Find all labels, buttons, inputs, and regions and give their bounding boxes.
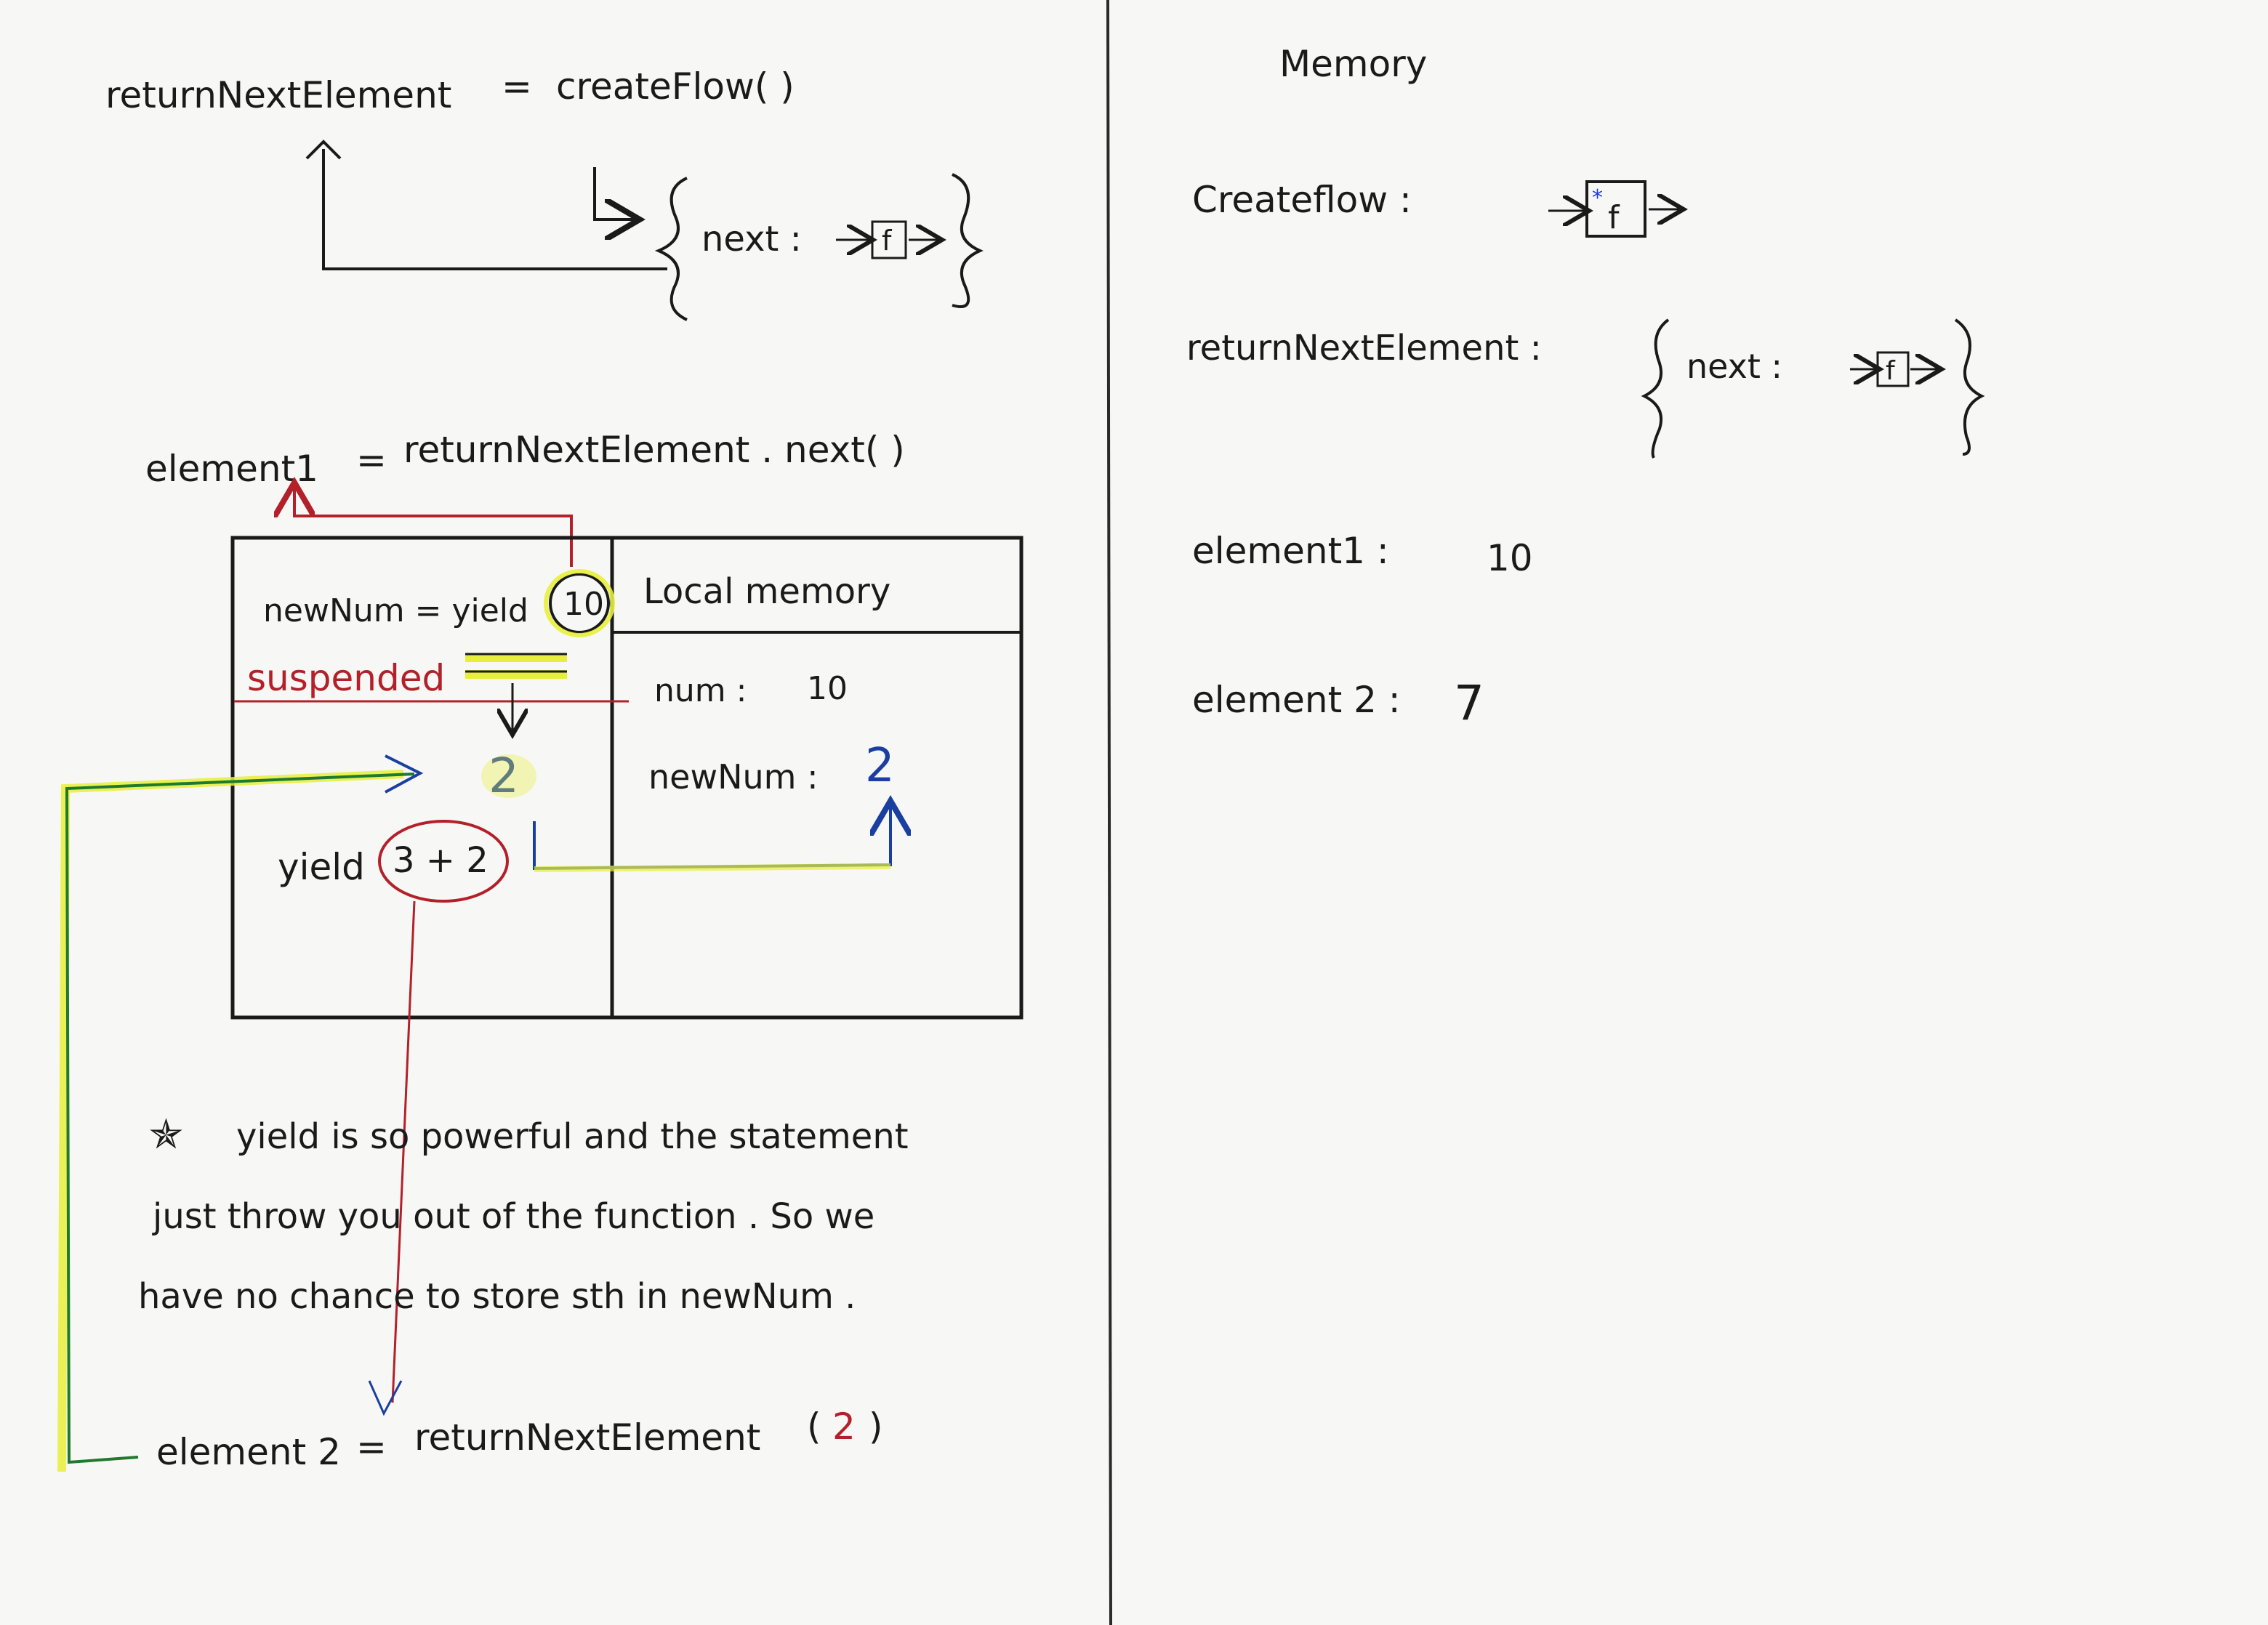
row1-code: newNum = yield — [263, 592, 528, 629]
returned-object: next : f — [654, 173, 984, 321]
whiteboard-diagram: returnNextElement = createFlow( ) next :… — [57, 0, 1985, 1625]
page-divider — [1106, 0, 1112, 1625]
element1-memory-label: element1 : — [1192, 530, 1389, 572]
yield-return-arrow — [294, 488, 573, 567]
newnum-assign-arrow — [533, 807, 890, 871]
rne-function-label: f — [1886, 356, 1896, 386]
note-line-2: just throw you out of the function . So … — [152, 1196, 874, 1237]
global-memory: Memory Createflow : * f returnNextElemen… — [1186, 43, 1985, 731]
return-next-element-call: returnNextElement — [414, 1416, 760, 1459]
element1-label: element1 — [145, 448, 318, 490]
local-memory: Local memory num : 10 newNum : 2 — [643, 571, 895, 797]
note: ✯ yield is so powerful and the statement… — [138, 1111, 909, 1317]
equals-sign: = — [502, 65, 532, 108]
paren-open: ( — [807, 1406, 821, 1448]
resumed-value-highlight — [481, 754, 536, 798]
createflow-star-icon: * — [1592, 185, 1603, 211]
element2-memory-label: element 2 : — [1192, 679, 1401, 721]
local-newnum-value: 2 — [865, 739, 895, 793]
element1-memory-value: 10 — [1487, 537, 1533, 579]
create-flow-call: createFlow( ) — [556, 65, 795, 108]
rne-right-brace — [1954, 318, 1985, 456]
object-next-label: next : — [701, 219, 802, 259]
expression-result-arrowhead — [368, 1380, 403, 1416]
object-function-label: f — [882, 225, 893, 257]
local-num-label: num : — [654, 672, 747, 709]
element2-label: element 2 — [156, 1431, 341, 1473]
createflow-label: Createflow : — [1192, 179, 1412, 221]
memory-title: Memory — [1279, 43, 1427, 85]
row2-code: yield — [278, 846, 365, 888]
equals-sign: = — [356, 1426, 387, 1468]
paren-close: ) — [869, 1406, 883, 1448]
object-left-brace — [654, 177, 688, 321]
yield-value: 10 — [563, 586, 604, 623]
rne-label: returnNextElement : — [1186, 328, 1542, 368]
local-memory-title: Local memory — [643, 571, 890, 612]
next-call: returnNextElement . next( ) — [403, 429, 905, 471]
rne-next-label: next : — [1686, 347, 1782, 386]
next-argument: 2 — [832, 1406, 856, 1448]
line-element1: element1 = returnNextElement . next( ) — [145, 429, 905, 490]
newnum-assign-highlight — [534, 863, 891, 872]
object-right-brace — [952, 173, 984, 308]
note-line-1: yield is so powerful and the statement — [236, 1116, 909, 1157]
return-next-element-label: returnNextElement — [105, 74, 451, 116]
rne-left-brace — [1641, 318, 1670, 459]
line-element2: element 2 = returnNextElement ( 2 ) — [156, 1406, 883, 1473]
element2-memory-value: 7 — [1454, 675, 1484, 731]
local-num-value: 10 — [807, 670, 848, 707]
equals-sign: = — [356, 439, 387, 481]
local-newnum-label: newNum : — [648, 757, 819, 797]
createflow-function-label: f — [1608, 199, 1620, 236]
row2-expression: 3 + 2 — [393, 840, 488, 881]
return-arrow-icon — [593, 167, 634, 219]
line-create-flow: returnNextElement = createFlow( ) — [105, 65, 795, 116]
note-line-3: have no chance to store sth in newNum . — [138, 1276, 856, 1317]
assignment-bracket — [322, 149, 667, 270]
suspended-label: suspended — [247, 657, 445, 699]
star-icon: ✯ — [149, 1111, 183, 1158]
